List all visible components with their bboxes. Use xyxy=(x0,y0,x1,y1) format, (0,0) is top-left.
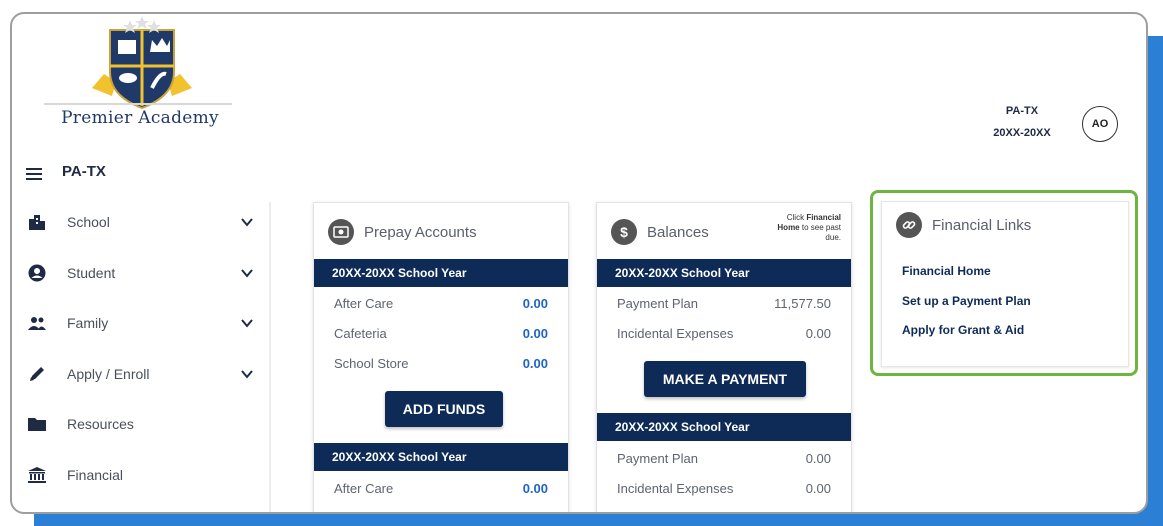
grant-aid-link[interactable]: Apply for Grant & Aid xyxy=(902,323,1024,337)
table-row: After Care 0.00 xyxy=(314,289,568,319)
table-row: Incidental Expenses 0.00 xyxy=(597,474,851,504)
hamburger-menu-icon[interactable] xyxy=(26,168,42,180)
past-due-note: Click Financial Home to see past due. xyxy=(777,213,841,242)
user-context: PA-TX 20XX-20XX xyxy=(972,100,1072,144)
school-year-band: 20XX-20XX School Year xyxy=(314,443,568,471)
row-label: Incidental Expenses xyxy=(617,481,734,496)
user-circle-icon xyxy=(26,262,48,284)
sidebar-item-apply-enroll[interactable]: Apply / Enroll xyxy=(12,356,270,392)
sidebar-item-label: Student xyxy=(67,265,116,281)
row-value: 0.00 xyxy=(522,356,548,371)
sidebar-item-label: Financial xyxy=(67,467,124,483)
card-header: Prepay Accounts xyxy=(328,217,477,247)
user-org: PA-TX xyxy=(1005,105,1039,117)
row-label: After Care xyxy=(334,296,394,311)
logo-divider xyxy=(44,103,232,105)
card-title: Prepay Accounts xyxy=(364,223,477,241)
nav-title: PA-TX xyxy=(62,163,106,180)
school-year-band: 20XX-20XX School Year xyxy=(314,259,568,287)
bank-icon xyxy=(26,464,48,486)
school-year-band: 20XX-20XX School Year xyxy=(597,259,851,287)
school-year-band: 20XX-20XX School Year xyxy=(597,413,851,441)
table-row: Incidental Expenses 0.00 xyxy=(597,319,851,349)
add-funds-button[interactable]: ADD FUNDS xyxy=(385,391,503,427)
chevron-down-icon[interactable] xyxy=(240,367,254,381)
row-label: Payment Plan xyxy=(617,451,698,466)
row-label: Cafeteria xyxy=(334,326,387,341)
payment-plan-link[interactable]: Set up a Payment Plan xyxy=(902,294,1031,308)
row-value: 11,577.50 xyxy=(774,296,831,311)
balances-card: $ Balances Click Financial Home to see p… xyxy=(596,202,852,512)
sidebar-item-student[interactable]: Student xyxy=(12,255,270,291)
user-year: 20XX-20XX xyxy=(993,127,1051,139)
people-icon xyxy=(26,312,48,334)
table-row: Cafeteria 0.00 xyxy=(314,319,568,349)
row-label: After Care xyxy=(334,481,394,496)
school-name: Premier Academy xyxy=(61,108,219,128)
row-value: 0.00 xyxy=(805,326,831,341)
sidebar-item-label: Apply / Enroll xyxy=(67,366,150,382)
make-payment-button[interactable]: MAKE A PAYMENT xyxy=(644,361,806,397)
table-row: Payment Plan 11,577.50 xyxy=(597,289,851,319)
sidebar-item-label: Resources xyxy=(67,416,134,432)
sidebar-item-label: Family xyxy=(67,315,109,331)
prepay-accounts-card: Prepay Accounts 20XX-20XX School Year Af… xyxy=(313,202,569,512)
card-header: $ Balances xyxy=(611,217,709,247)
building-icon xyxy=(26,211,48,233)
avatar[interactable]: AO xyxy=(1082,106,1118,142)
chevron-down-icon[interactable] xyxy=(240,215,254,229)
app-window: Premier Academy PA-TX 20XX-20XX AO PA-TX… xyxy=(10,12,1148,514)
table-row: Payment Plan 0.00 xyxy=(597,444,851,474)
card-header: Financial Links xyxy=(896,210,1031,240)
chevron-down-icon[interactable] xyxy=(240,316,254,330)
money-icon xyxy=(328,219,354,245)
row-value: 0.00 xyxy=(805,451,831,466)
row-value: 0.00 xyxy=(805,481,831,496)
financial-home-link[interactable]: Financial Home xyxy=(902,264,991,278)
sidebar-item-resources[interactable]: Resources xyxy=(12,406,270,442)
row-label: School Store xyxy=(334,356,409,371)
chevron-down-icon[interactable] xyxy=(240,266,254,280)
sidebar-item-financial[interactable]: Financial xyxy=(12,457,270,493)
card-title: Balances xyxy=(647,223,709,241)
financial-links-card: Financial Links Financial Home Set up a … xyxy=(881,201,1129,367)
row-value: 0.00 xyxy=(522,296,548,311)
table-row: School Store 0.00 xyxy=(314,349,568,379)
sidebar-divider xyxy=(269,202,271,512)
dollar-icon: $ xyxy=(611,219,637,245)
folder-icon xyxy=(26,413,48,435)
link-icon xyxy=(896,212,922,238)
row-label: Payment Plan xyxy=(617,296,698,311)
sidebar-item-label: School xyxy=(67,214,110,230)
table-row: After Care 0.00 xyxy=(314,474,568,504)
row-value: 0.00 xyxy=(522,481,548,496)
row-value: 0.00 xyxy=(522,326,548,341)
row-label: Incidental Expenses xyxy=(617,326,734,341)
sidebar-item-school[interactable]: School xyxy=(12,204,270,240)
card-title: Financial Links xyxy=(932,216,1032,234)
pencil-icon xyxy=(26,363,48,385)
sidebar-item-family[interactable]: Family xyxy=(12,305,270,341)
financial-links-highlight: Financial Links Financial Home Set up a … xyxy=(870,190,1138,376)
